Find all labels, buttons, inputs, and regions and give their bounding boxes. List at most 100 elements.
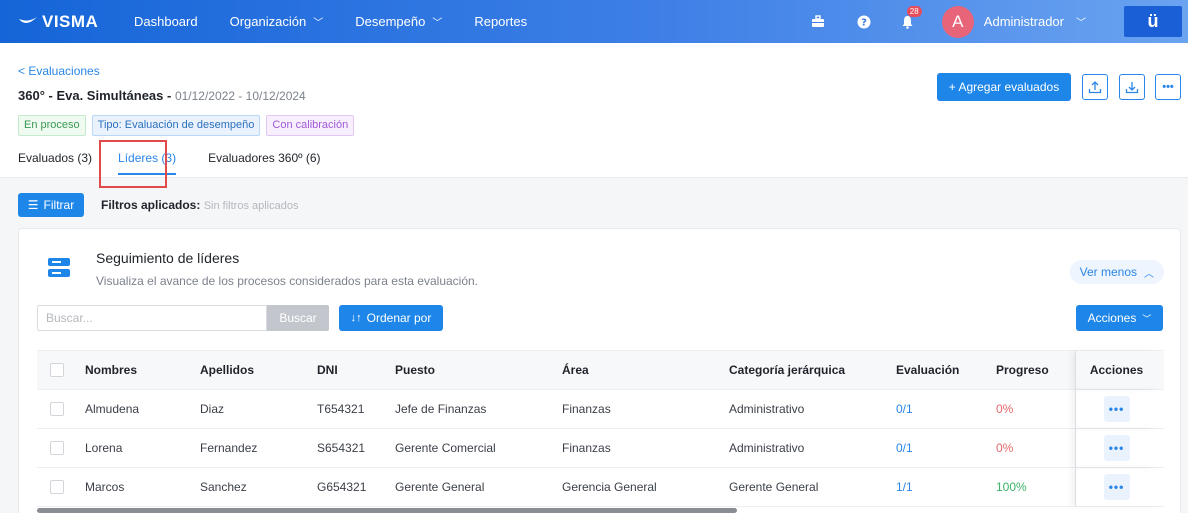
cell-acciones: ••• bbox=[1075, 429, 1157, 467]
leaders-table: Nombres Apellidos DNI Puesto Área Catego… bbox=[37, 350, 1164, 507]
page-header: < Evaluaciones 360° - Eva. Simultáneas -… bbox=[0, 43, 1188, 178]
row-actions-icon[interactable]: ••• bbox=[1103, 396, 1130, 422]
visma-swoosh-icon bbox=[19, 16, 37, 23]
cell-progreso: 0% bbox=[996, 441, 1014, 455]
page-title: 360° - Eva. Simultáneas - 01/12/2022 - 1… bbox=[18, 88, 306, 103]
nav-desempeno[interactable]: Desempeño ﹀ bbox=[355, 14, 442, 29]
visma-logo[interactable]: VISMA bbox=[18, 12, 118, 32]
svg-text:?: ? bbox=[861, 17, 867, 28]
bell-icon[interactable]: 28 bbox=[898, 5, 922, 32]
applied-filters-value: Sin filtros aplicados bbox=[203, 200, 299, 212]
status-tags: En proceso Tipo: Evaluación de desempeño… bbox=[18, 115, 355, 136]
app-switcher-button[interactable]: ü bbox=[1124, 6, 1182, 37]
search-button[interactable]: Buscar bbox=[267, 305, 329, 331]
cell-nombres: Lorena bbox=[85, 441, 123, 455]
more-options-icon[interactable]: ••• bbox=[1155, 74, 1181, 100]
nav-dashboard[interactable]: Dashboard bbox=[134, 14, 198, 29]
calibration-badge: Con calibración bbox=[266, 115, 355, 136]
row-actions-icon[interactable]: ••• bbox=[1103, 435, 1130, 461]
bulk-actions-button[interactable]: Acciones ﹀ bbox=[1076, 305, 1163, 331]
row-checkbox[interactable] bbox=[50, 480, 64, 494]
collapse-toggle[interactable]: Ver menos ︿ bbox=[1069, 260, 1164, 284]
help-icon[interactable]: ? bbox=[854, 12, 874, 32]
filter-button[interactable]: ☰ Filtrar bbox=[18, 193, 84, 217]
sort-icon: ↓↑ bbox=[350, 312, 362, 324]
tabs: Evaluados (3) Líderes (3) Evaluadores 36… bbox=[18, 151, 321, 175]
nav-organizacion-label: Organización bbox=[229, 14, 307, 29]
cell-puesto: Gerente Comercial bbox=[395, 441, 496, 455]
type-badge: Tipo: Evaluación de desempeño bbox=[91, 115, 261, 136]
table-row: Marcos Sanchez G654321 Gerente General G… bbox=[37, 468, 1164, 507]
horizontal-scrollbar[interactable] bbox=[37, 508, 737, 513]
cell-categoria: Administrativo bbox=[729, 441, 805, 455]
user-menu[interactable]: Administrador ﹀ bbox=[984, 14, 1086, 29]
evaluation-name: 360° - Eva. Simultáneas - bbox=[18, 88, 175, 103]
cell-progreso: 0% bbox=[996, 402, 1014, 416]
row-checkbox[interactable] bbox=[50, 441, 64, 455]
col-apellidos[interactable]: Apellidos bbox=[188, 363, 305, 377]
table-header: Nombres Apellidos DNI Puesto Área Catego… bbox=[37, 350, 1164, 390]
applied-filters-label: Filtros aplicados: bbox=[101, 198, 201, 212]
cell-evaluacion-link[interactable]: 0/1 bbox=[884, 441, 984, 455]
cell-puesto: Jefe de Finanzas bbox=[395, 402, 487, 416]
bulk-actions-label: Acciones bbox=[1087, 311, 1137, 325]
row-checkbox[interactable] bbox=[50, 402, 64, 416]
nav-reportes[interactable]: Reportes bbox=[474, 14, 527, 29]
cell-categoria: Gerente General bbox=[729, 480, 819, 494]
cell-categoria: Administrativo bbox=[729, 402, 805, 416]
applied-filters: Filtros aplicados: Sin filtros aplicados bbox=[101, 198, 298, 212]
cell-area: Finanzas bbox=[562, 402, 611, 416]
cell-area: Gerencia General bbox=[562, 480, 657, 494]
add-evaluados-button[interactable]: + Agregar evaluados bbox=[937, 73, 1071, 101]
tab-evaluadores-360[interactable]: Evaluadores 360º (6) bbox=[208, 151, 320, 165]
nav-reportes-label: Reportes bbox=[474, 14, 528, 29]
filter-icon: ☰ bbox=[27, 198, 39, 212]
chevron-down-icon: ﹀ bbox=[432, 18, 443, 29]
cell-nombres: Marcos bbox=[85, 480, 125, 494]
cell-nombres: Almudena bbox=[85, 402, 140, 416]
cell-dni: T654321 bbox=[317, 402, 365, 416]
briefcase-icon[interactable] bbox=[808, 12, 828, 32]
status-badge: En proceso bbox=[18, 115, 86, 136]
nav-dashboard-label: Dashboard bbox=[134, 14, 198, 29]
card-title: Seguimiento de líderes bbox=[96, 250, 240, 266]
user-name: Administrador bbox=[983, 14, 1064, 29]
col-puesto[interactable]: Puesto bbox=[383, 363, 550, 377]
row-select-cell bbox=[37, 480, 73, 494]
cell-apellidos: Diaz bbox=[200, 402, 225, 416]
col-area[interactable]: Área bbox=[550, 363, 717, 377]
cell-evaluacion-link[interactable]: 1/1 bbox=[884, 480, 984, 494]
col-categoria[interactable]: Categoría jerárquica bbox=[717, 363, 884, 377]
sort-button-label: Ordenar por bbox=[366, 311, 432, 325]
row-select-cell bbox=[37, 441, 73, 455]
col-progreso[interactable]: Progreso bbox=[984, 363, 1075, 377]
server-icon bbox=[48, 258, 70, 281]
download-icon[interactable] bbox=[1119, 74, 1145, 100]
nav-organizacion[interactable]: Organización ﹀ bbox=[230, 14, 324, 29]
notification-badge: 28 bbox=[906, 5, 922, 17]
col-acciones: Acciones bbox=[1075, 351, 1157, 389]
upload-icon[interactable] bbox=[1082, 74, 1108, 100]
card-subtitle: Visualiza el avance de los procesos cons… bbox=[96, 274, 479, 288]
cell-evaluacion-link[interactable]: 0/1 bbox=[884, 402, 984, 416]
sort-button[interactable]: ↓↑ Ordenar por bbox=[339, 305, 443, 331]
select-all-checkbox[interactable] bbox=[50, 363, 64, 377]
nav-desempeno-label: Desempeño bbox=[355, 14, 426, 29]
cell-apellidos: Sanchez bbox=[200, 480, 247, 494]
collapse-toggle-label: Ver menos bbox=[1079, 265, 1137, 279]
logo-text: VISMA bbox=[42, 11, 99, 31]
col-dni[interactable]: DNI bbox=[305, 363, 383, 377]
col-evaluacion[interactable]: Evaluación bbox=[884, 363, 984, 377]
cell-acciones: ••• bbox=[1075, 390, 1157, 428]
cell-area: Finanzas bbox=[562, 441, 611, 455]
avatar[interactable]: A bbox=[941, 5, 974, 38]
leaders-tracking-card: Seguimiento de líderes Visualiza el avan… bbox=[18, 228, 1181, 513]
back-link[interactable]: < Evaluaciones bbox=[18, 64, 100, 78]
col-nombres[interactable]: Nombres bbox=[73, 363, 188, 377]
cell-dni: G654321 bbox=[317, 480, 367, 494]
tab-evaluados[interactable]: Evaluados (3) bbox=[18, 151, 92, 165]
filter-button-label: Filtrar bbox=[43, 198, 75, 212]
cell-dni: S654321 bbox=[317, 441, 366, 455]
search-input[interactable]: Buscar... bbox=[37, 305, 267, 331]
row-actions-icon[interactable]: ••• bbox=[1103, 474, 1130, 500]
